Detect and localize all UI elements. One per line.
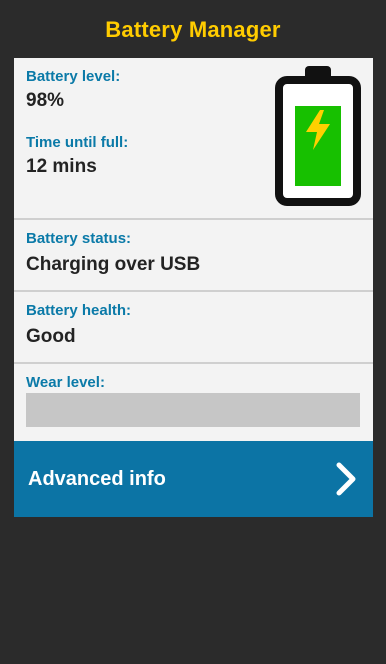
- battery-level-value: 98%: [26, 90, 65, 111]
- time-until-full-block: Time until full: 12 mins: [26, 134, 128, 178]
- battery-health-card: Battery health: Good: [14, 292, 373, 362]
- lightning-bolt-icon: [306, 110, 330, 150]
- battery-status-block: Battery status: Charging over USB: [26, 230, 200, 276]
- battery-level-block: Battery level: 98%: [26, 68, 120, 112]
- battery-health-label: Battery health:: [26, 302, 132, 319]
- battery-manager-screen: Battery Manager Battery level: 98% Time …: [0, 0, 386, 664]
- app-title: Battery Manager: [105, 17, 281, 42]
- battery-charging-icon: [275, 66, 361, 206]
- battery-health-value: Good: [26, 326, 76, 347]
- time-until-full-value: 12 mins: [26, 156, 97, 177]
- wear-level-bar: [26, 393, 360, 427]
- time-until-full-label: Time until full:: [26, 134, 129, 151]
- advanced-info-button[interactable]: Advanced info: [14, 441, 373, 517]
- wear-level-label: Wear level:: [26, 374, 105, 391]
- advanced-info-label: Advanced info: [28, 467, 166, 490]
- battery-status-label: Battery status:: [26, 230, 132, 247]
- battery-status-value: Charging over USB: [26, 254, 201, 275]
- battery-status-card: Battery status: Charging over USB: [14, 220, 373, 290]
- battery-level-label: Battery level:: [26, 68, 121, 85]
- chevron-right-icon: [336, 462, 356, 496]
- battery-health-block: Battery health: Good: [26, 302, 131, 348]
